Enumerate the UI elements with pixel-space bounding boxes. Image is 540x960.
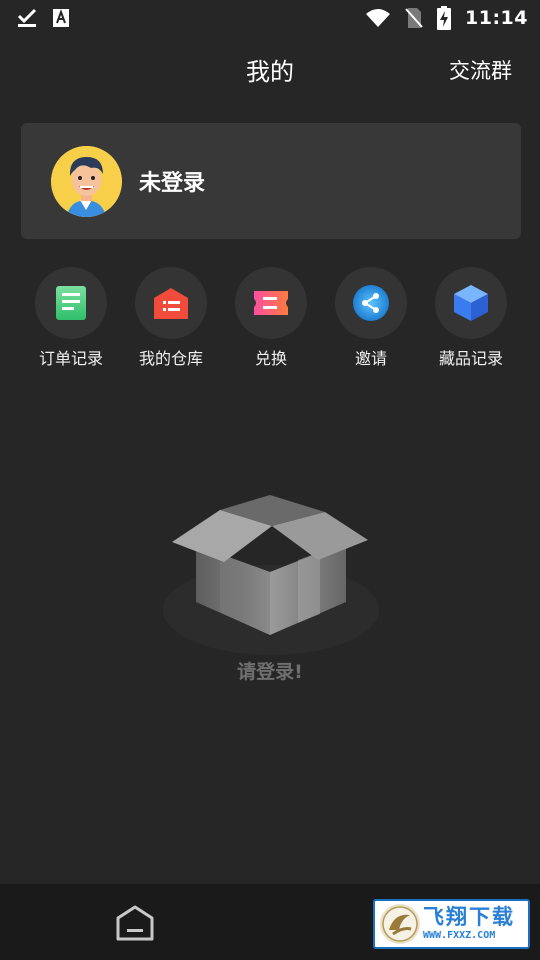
menu-item-collection[interactable]: 藏品记录: [421, 267, 521, 377]
menu-label: 邀请: [354, 349, 387, 368]
order-list-icon[interactable]: [35, 267, 107, 339]
empty-state-text: 请登录!: [237, 661, 303, 683]
profile-card[interactable]: 未登录: [21, 123, 521, 239]
menu-label: 我的仓库: [138, 349, 203, 368]
wifi-icon: [365, 8, 391, 28]
share-icon[interactable]: [335, 267, 407, 339]
status-right: 11:14: [365, 6, 528, 30]
watermark-cn: 飞翔下载: [423, 905, 515, 929]
watermark-logo-icon: [379, 903, 421, 945]
group-chat-link[interactable]: 交流群: [449, 55, 512, 85]
download-done-icon: [16, 7, 38, 29]
ticket-icon[interactable]: [235, 267, 307, 339]
header: 我的 交流群: [0, 36, 540, 100]
battery-charging-icon: [437, 6, 452, 30]
menu-item-warehouse[interactable]: 我的仓库: [121, 267, 221, 377]
avatar[interactable]: [51, 145, 122, 217]
status-time: 11:14: [465, 7, 528, 29]
watermark-en: WWW.FXXZ.COM: [423, 930, 496, 941]
menu-item-invite[interactable]: 邀请: [321, 267, 421, 377]
watermark-badge: 飞翔下载 WWW.FXXZ.COM: [373, 899, 530, 949]
quick-menu: 订单记录 我的仓库 兑换 邀请 藏品记录: [21, 267, 521, 377]
empty-box-icon: [160, 490, 382, 660]
warehouse-icon[interactable]: [135, 267, 207, 339]
menu-label: 订单记录: [38, 349, 103, 368]
bottom-nav: 飞翔下载 WWW.FXXZ.COM: [0, 884, 540, 960]
login-status-label[interactable]: 未登录: [139, 165, 205, 197]
font-a-icon: [52, 8, 70, 28]
cube-icon[interactable]: [435, 267, 507, 339]
menu-label: 藏品记录: [438, 349, 503, 368]
watermark-text: 飞翔下载 WWW.FXXZ.COM: [423, 907, 515, 941]
menu-label: 兑换: [254, 349, 287, 368]
home-icon[interactable]: [114, 904, 156, 942]
status-bar: 11:14: [0, 0, 540, 36]
menu-item-orders[interactable]: 订单记录: [21, 267, 121, 377]
status-left: [16, 7, 70, 29]
no-sim-icon: [405, 7, 423, 29]
menu-item-redeem[interactable]: 兑换: [221, 267, 321, 377]
